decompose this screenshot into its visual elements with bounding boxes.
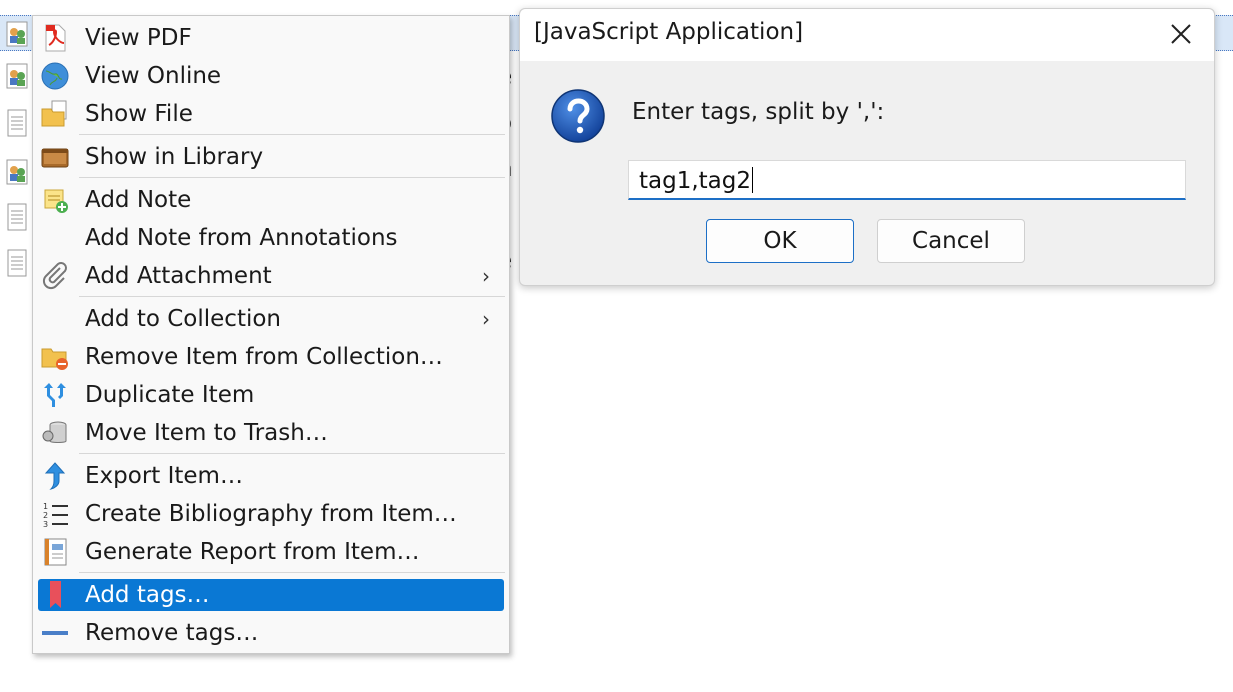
report-icon [44,538,67,566]
tags-input-value: tag1,tag2 [639,168,752,194]
add-note-icon [44,189,68,213]
menu-item-add-note-from-annotations[interactable]: Add Note from Annotations [38,222,504,254]
close-icon[interactable] [1166,19,1196,49]
document-icon [7,203,27,231]
menu-item-add-tags[interactable]: Add tags… [38,579,504,611]
menu-separator [79,296,505,297]
menu-item-label: Remove tags… [85,620,259,646]
menu-item-label: Add tags… [85,582,210,608]
menu-item-label: Add Note from Annotations [85,225,398,251]
menu-item-add-to-collection[interactable]: Add to Collection › [38,303,504,335]
menu-item-view-pdf[interactable]: View PDF [38,22,504,54]
person-item-icon [6,159,28,185]
menu-item-add-attachment[interactable]: Add Attachment › [38,260,504,292]
library-box-icon [41,148,69,168]
menu-item-label: Move Item to Trash… [85,420,328,446]
document-icon [7,249,27,277]
menu-item-label: Add to Collection [85,306,282,332]
person-item-icon [6,21,28,47]
document-icon [7,109,27,137]
pdf-icon [45,24,66,52]
menu-item-move-to-trash[interactable]: Move Item to Trash… [38,417,504,449]
ok-button[interactable]: OK [706,219,854,263]
export-arrow-icon [44,462,66,490]
svg-text:1: 1 [43,502,48,511]
menu-separator [79,453,505,454]
menu-separator [79,572,505,573]
bookmark-tag-icon [50,581,61,608]
menu-item-label: View PDF [85,25,192,51]
dialog-titlebar[interactable]: [JavaScript Application] [520,9,1214,61]
menu-item-export-item[interactable]: Export Item… [38,460,504,492]
submenu-arrow-icon: › [482,307,490,331]
menu-item-label: Export Item… [85,463,243,489]
menu-item-label: Remove Item from Collection… [85,344,443,370]
paperclip-icon [42,262,67,290]
dialog-title: [JavaScript Application] [534,19,804,45]
remove-from-collection-icon [41,348,68,370]
menu-item-label: Show in Library [85,144,264,170]
menu-item-label: View Online [85,63,222,89]
menu-separator [79,177,505,178]
menu-separator [79,134,505,135]
minus-icon [42,631,68,635]
svg-text:2: 2 [43,511,48,520]
menu-item-view-online[interactable]: View Online [38,60,504,92]
menu-item-label: Add Attachment [85,263,272,289]
menu-item-duplicate-item[interactable]: Duplicate Item [38,379,504,411]
menu-item-generate-report[interactable]: Generate Report from Item… [38,536,504,568]
menu-item-label: Duplicate Item [85,382,255,408]
menu-item-label: Create Bibliography from Item… [85,501,457,527]
submenu-arrow-icon: › [482,264,490,288]
trash-icon [42,421,67,443]
folder-file-icon [41,100,67,127]
menu-item-label: Add Note [85,187,192,213]
menu-item-create-bibliography[interactable]: 123 Create Bibliography from Item… [38,498,504,530]
menu-item-remove-tags[interactable]: Remove tags… [38,617,504,649]
prompt-dialog: [JavaScript Application] Enter tags, spl… [519,8,1215,286]
question-icon [551,89,605,143]
cancel-button[interactable]: Cancel [877,219,1025,263]
menu-item-label: Generate Report from Item… [85,539,420,565]
menu-item-remove-from-collection[interactable]: Remove Item from Collection… [38,341,504,373]
menu-item-show-in-library[interactable]: Show in Library [38,141,504,173]
text-caret [752,167,754,193]
context-menu: View PDF View Online Show File Show in L… [32,15,510,654]
svg-text:3: 3 [43,520,48,529]
menu-item-add-note[interactable]: Add Note [38,184,504,216]
duplicate-icon [44,383,66,407]
tags-input[interactable]: tag1,tag2 [628,160,1186,200]
menu-item-show-file[interactable]: Show File [38,98,504,130]
bibliography-list-icon: 123 [43,502,68,529]
prompt-label: Enter tags, split by ',': [632,99,885,125]
menu-item-label: Show File [85,101,193,127]
person-item-icon [6,63,28,89]
globe-icon [41,62,69,90]
